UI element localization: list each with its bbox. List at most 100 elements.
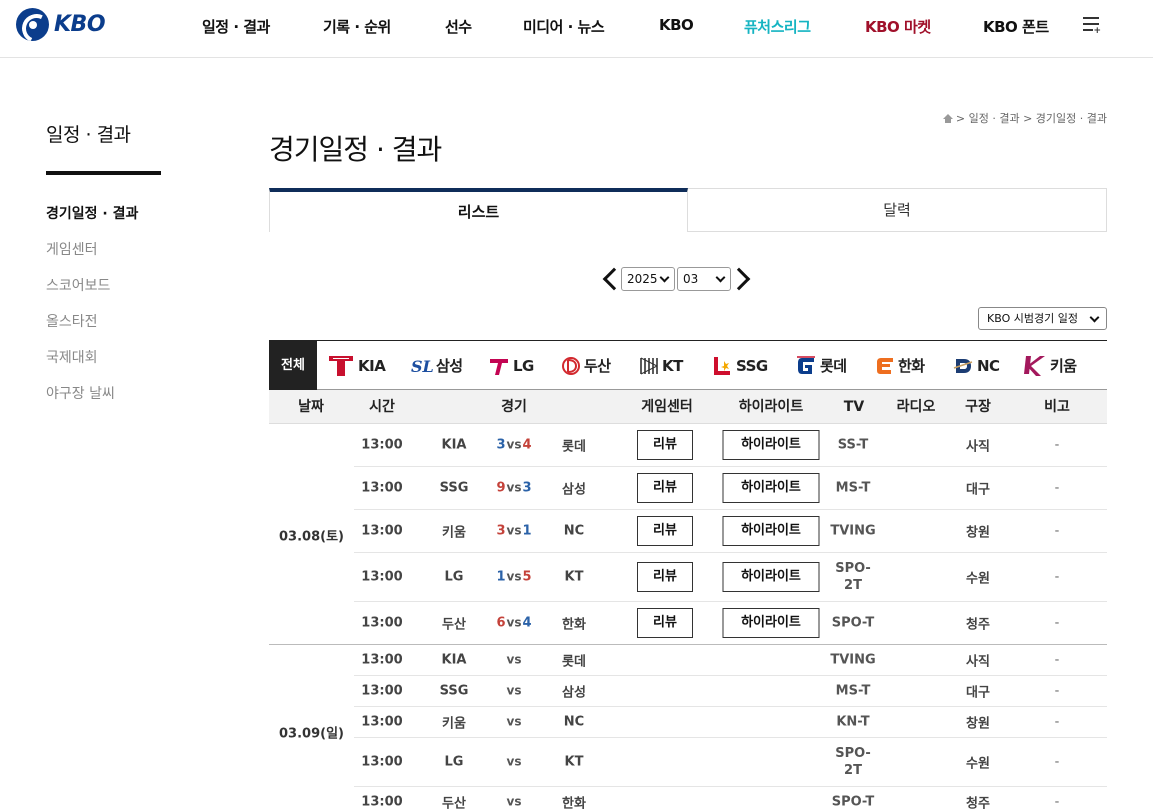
vs-label: vs (506, 523, 522, 538)
team-filter-samsung[interactable]: SL 삼성 (411, 341, 463, 390)
kiwoom-heroes-logo-icon (1024, 355, 1045, 376)
col-date: 날짜 (298, 399, 324, 415)
home-team: KT (564, 569, 584, 585)
note: - (1054, 480, 1060, 496)
team-filter-doosan[interactable]: 두산 (561, 341, 611, 390)
game-score: 1vs5 (496, 570, 531, 585)
note: - (1054, 794, 1060, 809)
note: - (1054, 683, 1060, 699)
col-time: 시간 (369, 399, 395, 415)
table-row: 13:00 LG 1vs5 KT 리뷰 하이라이트 SPO- 2T 수원 - (354, 553, 1107, 602)
month-select[interactable]: 03 (677, 267, 731, 291)
stadium: 창원 (966, 716, 990, 732)
sidebar-item-game-center[interactable]: 게임센터 (46, 240, 138, 276)
team-filter-kt[interactable]: KT (639, 341, 683, 390)
highlight-button[interactable]: 하이라이트 (722, 608, 820, 638)
away-score: 9 (496, 480, 506, 496)
tv-channel: KN-T (836, 714, 870, 730)
svg-text:SL: SL (411, 357, 433, 376)
menu-players[interactable]: 선수 (445, 16, 472, 37)
home-team: 한화 (562, 796, 586, 809)
home-team: 롯데 (562, 439, 586, 455)
sidebar-item-stadium-weather[interactable]: 야구장 날씨 (46, 384, 138, 420)
away-score: 6 (496, 615, 506, 631)
sidebar-item-scoreboard[interactable]: 스코어보드 (46, 276, 138, 312)
vs-label: vs (506, 615, 522, 630)
game-time: 13:00 (361, 714, 403, 730)
kt-wiz-logo-icon (640, 357, 658, 374)
game-time: 13:00 (361, 569, 403, 585)
review-button[interactable]: 리뷰 (637, 562, 693, 592)
game-score: 3vs1 (496, 524, 531, 539)
table-row: 13:00 LG vs KT SPO- 2T 수원 - (354, 738, 1107, 787)
year-select[interactable]: 2025 (621, 267, 675, 291)
away-score: 3 (496, 437, 506, 453)
stadium: 사직 (966, 439, 990, 455)
highlight-button[interactable]: 하이라이트 (722, 562, 820, 592)
vs-label: vs (506, 437, 522, 452)
sidebar-item-all-star[interactable]: 올스타전 (46, 312, 138, 348)
menu-kbo-market[interactable]: KBO 마켓 (865, 16, 931, 37)
team-filter-label: 두산 (584, 357, 611, 375)
stadium: 수원 (966, 571, 990, 587)
menu-futures-league[interactable]: 퓨처스리그 (744, 16, 811, 37)
team-filter-kiwoom[interactable]: 키움 (1023, 341, 1077, 390)
review-button[interactable]: 리뷰 (637, 473, 693, 503)
team-filter-hanwha[interactable]: 한화 (873, 341, 925, 390)
team-filter-lotte[interactable]: 롯데 (795, 341, 847, 390)
review-button[interactable]: 리뷰 (637, 430, 693, 460)
tv-channel: SPO-T (831, 794, 875, 809)
home-team: 삼성 (562, 482, 586, 498)
chevron-left-icon[interactable] (600, 265, 620, 293)
team-filter-label: LG (513, 356, 534, 375)
stadium: 수원 (966, 756, 990, 772)
tv-channel: SPO- 2T (835, 561, 871, 593)
menu-records[interactable]: 기록 · 순위 (323, 16, 391, 37)
home-score: 1 (522, 523, 532, 539)
team-filter-label: 롯데 (820, 357, 847, 375)
samsung-lions-logo-icon: SL (411, 357, 433, 376)
table-row: 13:00 두산 vs 한화 SPO-T 청주 - (354, 787, 1107, 809)
team-filter-all[interactable]: 전체 (269, 341, 317, 390)
sidebar-item-international[interactable]: 국제대회 (46, 348, 138, 384)
note: - (1054, 714, 1060, 730)
review-button[interactable]: 리뷰 (637, 608, 693, 638)
away-team: KIA (441, 437, 467, 453)
chevron-right-icon[interactable] (732, 265, 752, 293)
tab-calendar[interactable]: 달력 (688, 188, 1107, 232)
team-filter-label: SSG (736, 356, 768, 375)
game-score: vs (506, 684, 523, 699)
breadcrumb: > 일정 · 결과 > 경기일정 · 결과 (942, 110, 1107, 126)
col-game-center: 게임센터 (641, 399, 693, 415)
team-filter-label: 키움 (1050, 357, 1077, 375)
table-row: 13:00 SSG 9vs3 삼성 리뷰 하이라이트 MS-T 대구 - (354, 467, 1107, 510)
review-button[interactable]: 리뷰 (637, 516, 693, 546)
table-row: 13:00 두산 6vs4 한화 리뷰 하이라이트 SPO-T 청주 - (354, 602, 1107, 645)
tab-list[interactable]: 리스트 (269, 188, 688, 232)
away-score: 3 (496, 523, 506, 539)
col-radio: 라디오 (896, 399, 936, 415)
game-time: 13:00 (361, 437, 403, 453)
home-icon[interactable] (942, 113, 953, 123)
menu-kbo-font[interactable]: KBO 폰트 (983, 16, 1049, 37)
team-filter-ssg[interactable]: SSG (711, 341, 768, 390)
team-filter-label: KIA (358, 356, 386, 375)
highlight-button[interactable]: 하이라이트 (722, 473, 820, 503)
sidebar-item-schedule-results[interactable]: 경기일정 · 결과 (46, 204, 138, 240)
highlight-button[interactable]: 하이라이트 (722, 516, 820, 546)
team-filter-nc[interactable]: NC (952, 341, 1000, 390)
series-select[interactable]: KBO 시범경기 일정 (978, 307, 1107, 330)
game-score: vs (506, 653, 523, 668)
hanwha-eagles-logo-icon (877, 357, 893, 374)
game-time: 13:00 (361, 615, 403, 631)
menu-kbo[interactable]: KBO (659, 16, 694, 34)
team-filter-lg[interactable]: LG (488, 341, 534, 390)
menu-schedule[interactable]: 일정 · 결과 (202, 16, 270, 37)
all-menu-icon[interactable]: + (1083, 17, 1101, 36)
doosan-bears-logo-icon (562, 356, 580, 375)
team-filter-label: 삼성 (436, 357, 463, 375)
menu-media-news[interactable]: 미디어 · 뉴스 (523, 16, 605, 37)
highlight-button[interactable]: 하이라이트 (722, 430, 820, 460)
stadium: 청주 (966, 617, 990, 633)
team-filter-kia[interactable]: KIA (327, 341, 386, 390)
